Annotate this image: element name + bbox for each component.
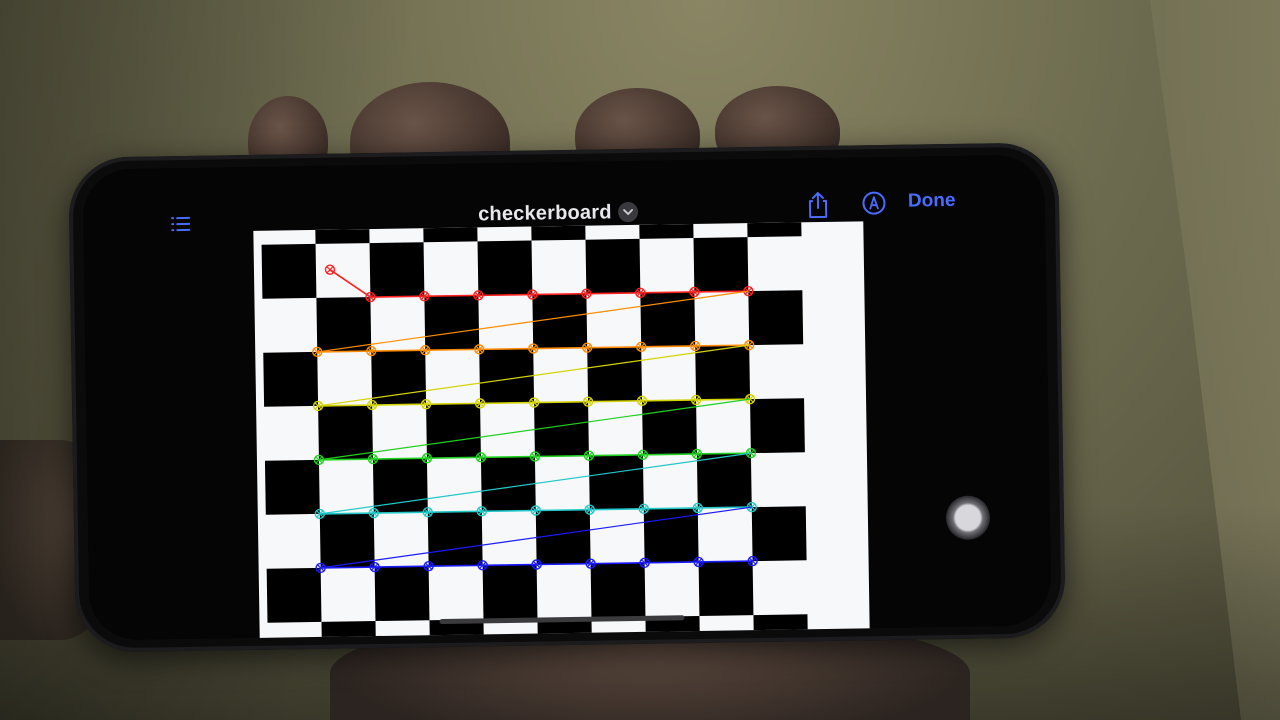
corner-row-line bbox=[370, 295, 425, 298]
corner-row-line bbox=[589, 508, 644, 511]
checker-square bbox=[534, 401, 589, 457]
checker-square bbox=[748, 290, 804, 346]
corner-row-line bbox=[588, 400, 643, 403]
corner-row-line bbox=[586, 292, 641, 295]
corner-row-line bbox=[480, 401, 535, 405]
corner-row-line bbox=[372, 403, 427, 406]
corner-row-line bbox=[426, 402, 481, 406]
checkerboard-image bbox=[261, 221, 809, 641]
checker-square bbox=[321, 621, 377, 641]
checker-square bbox=[477, 240, 533, 296]
corner-row-line bbox=[318, 458, 373, 461]
corner-row-line bbox=[424, 294, 479, 298]
corner-row-line bbox=[590, 562, 645, 565]
checker-square bbox=[638, 221, 694, 239]
share-icon[interactable] bbox=[805, 190, 831, 220]
corner-row-line bbox=[534, 400, 589, 404]
corner-row-line bbox=[532, 292, 587, 296]
corner-row-line bbox=[425, 348, 480, 352]
checker-square bbox=[751, 506, 807, 562]
corner-row-line bbox=[588, 454, 643, 457]
corner-row-line bbox=[317, 350, 372, 353]
corner-row-line bbox=[426, 456, 481, 460]
checker-square bbox=[422, 221, 478, 243]
corner-row-line bbox=[587, 346, 642, 349]
corner-row-line bbox=[643, 507, 698, 510]
checker-square bbox=[693, 237, 749, 292]
checker-square bbox=[532, 293, 588, 349]
corner-row-line bbox=[642, 399, 697, 402]
corner-row-line bbox=[329, 269, 371, 298]
corner-row-line bbox=[428, 564, 483, 567]
checkerboard-document bbox=[253, 221, 870, 641]
corner-row-line bbox=[642, 453, 697, 456]
checker-square bbox=[426, 403, 481, 459]
checker-square bbox=[695, 345, 751, 400]
corner-row-line bbox=[536, 562, 591, 566]
chevron-down-icon bbox=[617, 201, 638, 223]
checker-square bbox=[316, 297, 372, 352]
corner-row-line bbox=[319, 512, 374, 515]
corner-row-line bbox=[479, 347, 534, 351]
corner-row-line bbox=[641, 345, 696, 348]
corner-marker bbox=[324, 264, 336, 275]
checker-square bbox=[480, 456, 536, 512]
checker-square bbox=[266, 567, 322, 623]
corner-row-line bbox=[534, 454, 589, 458]
checker-square bbox=[750, 398, 805, 454]
checker-square bbox=[374, 566, 430, 622]
checker-square bbox=[427, 511, 483, 567]
corner-row-line bbox=[320, 566, 375, 569]
corner-row-line bbox=[427, 510, 482, 514]
corner-row-line bbox=[533, 346, 588, 350]
corner-row-line bbox=[373, 511, 428, 514]
corner-row-line bbox=[644, 561, 699, 564]
corner-row-line bbox=[481, 509, 536, 513]
checker-square bbox=[482, 564, 538, 620]
wall-corner bbox=[1150, 0, 1280, 720]
phone-screen: checkerboard Done bbox=[82, 154, 1052, 641]
markup-pen-icon[interactable] bbox=[861, 190, 887, 216]
checker-square bbox=[479, 348, 535, 404]
assistive-touch-icon[interactable] bbox=[945, 495, 991, 541]
checker-square bbox=[753, 614, 809, 641]
phone: checkerboard Done bbox=[68, 142, 1066, 653]
corner-row-line bbox=[478, 293, 533, 297]
checker-square bbox=[424, 295, 480, 351]
checker-square bbox=[314, 221, 370, 244]
checker-square bbox=[696, 453, 752, 508]
corner-row-line bbox=[640, 291, 695, 294]
checker-square bbox=[588, 454, 644, 510]
checker-square bbox=[318, 405, 373, 460]
checker-square bbox=[264, 459, 320, 515]
corner-row-line bbox=[482, 563, 537, 567]
corner-row-line bbox=[698, 560, 753, 563]
done-button[interactable]: Done bbox=[908, 190, 956, 213]
checker-square bbox=[587, 346, 643, 402]
checker-square bbox=[261, 243, 317, 299]
checker-square bbox=[535, 509, 591, 565]
checker-square bbox=[319, 513, 375, 568]
checker-square bbox=[585, 238, 641, 294]
checker-square bbox=[590, 562, 646, 618]
corner-row-line bbox=[318, 404, 373, 407]
corner-row-line bbox=[480, 455, 535, 459]
corner-row-line bbox=[535, 508, 590, 512]
corner-row-line bbox=[372, 457, 427, 460]
list-icon[interactable] bbox=[169, 214, 193, 234]
checker-square bbox=[369, 242, 425, 298]
checker-square bbox=[746, 221, 802, 238]
document-title: checkerboard bbox=[477, 200, 612, 225]
checker-square bbox=[698, 561, 754, 616]
corner-row-line bbox=[374, 565, 429, 568]
corner-row-line bbox=[371, 349, 426, 352]
checker-square bbox=[263, 351, 319, 407]
